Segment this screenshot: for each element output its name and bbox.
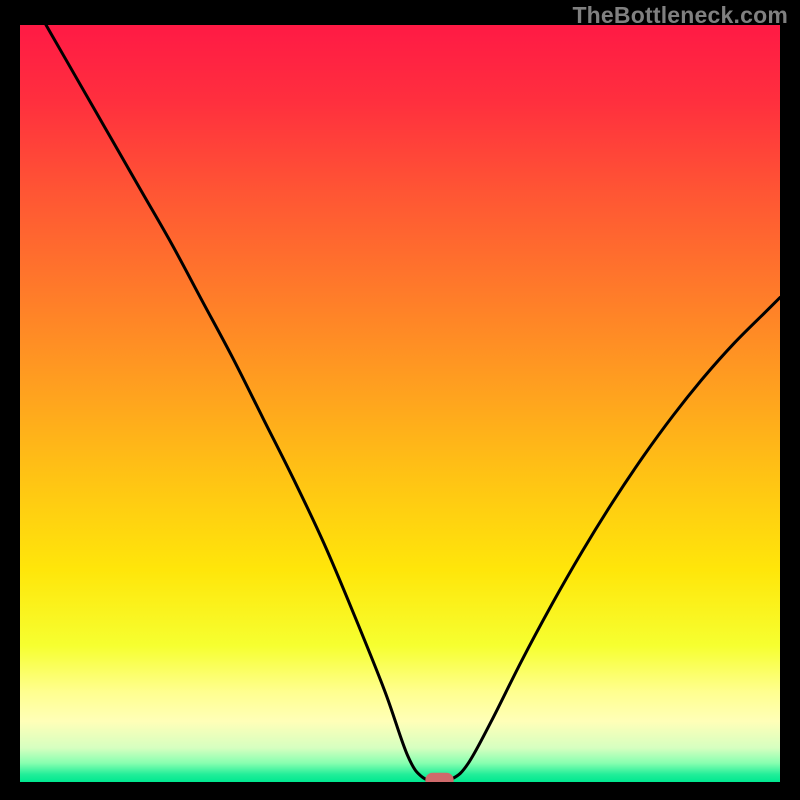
gradient-background bbox=[20, 25, 780, 782]
bottleneck-chart bbox=[20, 25, 780, 782]
optimal-point-marker bbox=[426, 773, 453, 782]
chart-frame: TheBottleneck.com bbox=[0, 0, 800, 800]
watermark-text: TheBottleneck.com bbox=[572, 2, 788, 29]
plot-area bbox=[20, 25, 780, 782]
